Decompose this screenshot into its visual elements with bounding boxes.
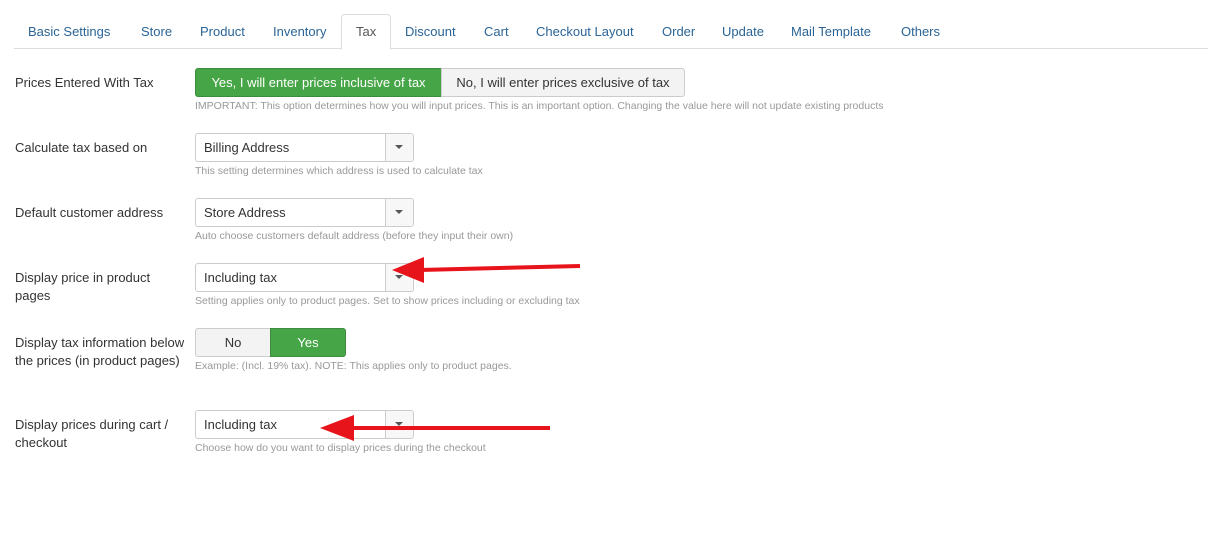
prices-exclusive-tax-button[interactable]: No, I will enter prices exclusive of tax — [441, 68, 685, 97]
select-arrow[interactable] — [385, 199, 413, 226]
tab-store[interactable]: Store — [127, 14, 186, 49]
display-price-cart-select[interactable]: Including tax — [195, 410, 414, 439]
chevron-down-icon — [395, 145, 403, 149]
tab-tax[interactable]: Tax — [341, 14, 392, 50]
display-price-product-select[interactable]: Including tax — [195, 263, 414, 292]
default-address-help: Auto choose customers default address (b… — [195, 230, 514, 242]
prices-with-tax-label: Prices Entered With Tax — [15, 75, 154, 90]
display-tax-info-help: Example: (Incl. 19% tax). NOTE: This app… — [195, 360, 512, 372]
tab-product[interactable]: Product — [186, 14, 259, 49]
default-address-select[interactable]: Store Address — [195, 198, 414, 227]
tab-basic-settings[interactable]: Basic Settings — [14, 14, 124, 49]
display-price-cart-help: Choose how do you want to display prices… — [195, 442, 486, 454]
tab-inventory[interactable]: Inventory — [259, 14, 340, 49]
chevron-down-icon — [395, 275, 403, 279]
default-address-label: Default customer address — [15, 205, 164, 220]
display-price-product-value: Including tax — [204, 270, 277, 285]
tab-mail-template[interactable]: Mail Template — [777, 14, 885, 49]
prices-inclusive-tax-button[interactable]: Yes, I will enter prices inclusive of ta… — [195, 68, 442, 97]
display-tax-info-label: Display tax information below the prices… — [15, 335, 185, 368]
tab-update[interactable]: Update — [708, 14, 778, 49]
settings-tabs: Basic Settings Store Product Inventory T… — [14, 14, 1208, 50]
tab-order[interactable]: Order — [648, 14, 709, 49]
prices-with-tax-help: IMPORTANT: This option determines how yo… — [195, 100, 884, 112]
calculate-tax-select[interactable]: Billing Address — [195, 133, 414, 162]
tab-checkout-layout[interactable]: Checkout Layout — [522, 14, 648, 49]
chevron-down-icon — [395, 210, 403, 214]
tab-discount[interactable]: Discount — [391, 14, 470, 49]
chevron-down-icon — [395, 422, 403, 426]
select-arrow[interactable] — [385, 411, 413, 438]
tax-info-yes-button[interactable]: Yes — [270, 328, 346, 357]
calculate-tax-label: Calculate tax based on — [15, 140, 148, 155]
tab-others[interactable]: Others — [887, 14, 954, 49]
default-address-value: Store Address — [204, 205, 286, 220]
select-arrow[interactable] — [385, 264, 413, 291]
tab-cart[interactable]: Cart — [470, 14, 523, 49]
calculate-tax-help: This setting determines which address is… — [195, 165, 483, 177]
tax-info-no-button[interactable]: No — [195, 328, 271, 357]
select-arrow[interactable] — [385, 134, 413, 161]
display-price-product-label: Display price in product pages — [15, 270, 151, 303]
display-price-cart-value: Including tax — [204, 417, 277, 432]
display-price-product-help: Setting applies only to product pages. S… — [195, 295, 580, 307]
calculate-tax-value: Billing Address — [204, 140, 290, 155]
display-price-cart-label: Display prices during cart / checkout — [15, 417, 169, 450]
